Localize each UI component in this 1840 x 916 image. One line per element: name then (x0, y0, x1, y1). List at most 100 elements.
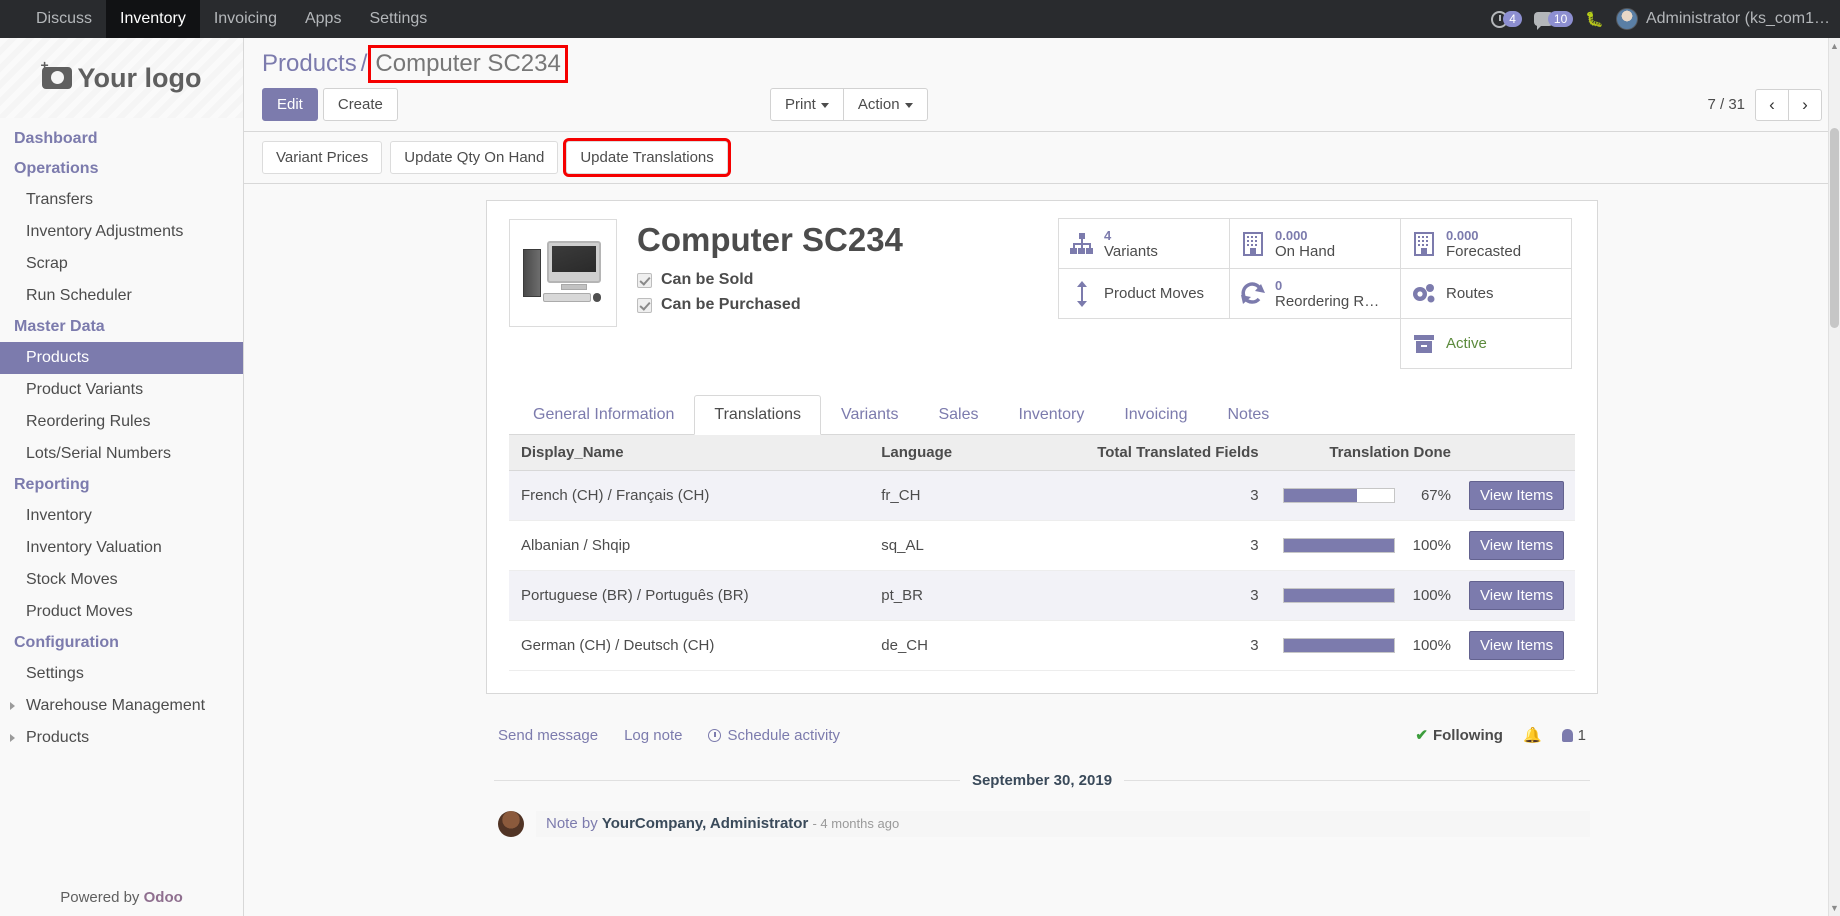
nav-app-invoicing[interactable]: Invoicing (200, 0, 291, 38)
table-row[interactable]: Portuguese (BR) / Português (BR) pt_BR 3… (509, 570, 1575, 621)
sidebar-item-products-config[interactable]: Products (0, 722, 243, 754)
sidebar-item-warehouse-management[interactable]: Warehouse Management (0, 690, 243, 722)
cell-progress (1270, 620, 1401, 671)
form-scroll-area[interactable]: Computer SC234 Can be Sold Can be Purcha… (244, 184, 1840, 916)
chevron-down-icon (904, 102, 913, 108)
stat-button-on-hand[interactable]: 0.000 On Hand (1229, 218, 1401, 269)
log-note-button[interactable]: Log note (624, 727, 682, 744)
action-dropdown-button[interactable]: Action (842, 88, 928, 121)
pager-buttons: ‹ › (1755, 88, 1822, 121)
following-toggle[interactable]: ✔ Following (1415, 726, 1503, 745)
table-row[interactable]: French (CH) / Français (CH) fr_CH 3 67% … (509, 470, 1575, 521)
stat-button-placeholder (1229, 318, 1401, 369)
view-items-button[interactable]: View Items (1469, 631, 1565, 660)
followers-button[interactable]: 1 (1561, 727, 1586, 744)
cell-progress (1270, 470, 1401, 521)
table-row[interactable]: German (CH) / Deutsch (CH) de_CH 3 100% … (509, 620, 1575, 671)
sidebar-item-settings[interactable]: Settings (0, 658, 243, 690)
message-author[interactable]: YourCompany, Administrator (602, 815, 808, 832)
message-author-prefix: Note by (546, 815, 598, 832)
nav-app-discuss[interactable]: Discuss (22, 0, 106, 38)
avatar (498, 811, 524, 837)
view-items-button[interactable]: View Items (1469, 481, 1565, 510)
cell-display-name: Albanian / Shqip (509, 520, 870, 571)
column-header-language[interactable]: Language (869, 435, 1006, 471)
edit-button[interactable]: Edit (262, 88, 318, 121)
table-row[interactable]: Albanian / Shqip sq_AL 3 100% View Items (509, 520, 1575, 571)
tab-variants[interactable]: Variants (821, 395, 919, 435)
messages-menu[interactable]: 10 (1533, 11, 1574, 30)
print-dropdown-button[interactable]: Print (770, 88, 844, 121)
tab-inventory[interactable]: Inventory (999, 395, 1105, 435)
sidebar-item-inventory-adjustments[interactable]: Inventory Adjustments (0, 216, 243, 248)
sidebar-header-dashboard[interactable]: Dashboard (0, 124, 243, 154)
sidebar-item-product-variants[interactable]: Product Variants (0, 374, 243, 406)
odoo-brand-link[interactable]: Odoo (144, 889, 183, 906)
update-translations-button[interactable]: Update Translations (563, 138, 731, 177)
sidebar-item-inventory[interactable]: Inventory (0, 500, 243, 532)
hierarchy-icon (1069, 231, 1095, 257)
column-header-translation-done[interactable]: Translation Done (1270, 435, 1463, 471)
tab-general-information[interactable]: General Information (513, 395, 694, 435)
pager-previous-button[interactable]: ‹ (1755, 88, 1789, 121)
bell-icon[interactable]: 🔔 (1523, 726, 1542, 744)
breadcrumb-products-link[interactable]: Products (262, 50, 357, 78)
message-timestamp: - 4 months ago (812, 816, 900, 831)
view-items-button[interactable]: View Items (1469, 531, 1565, 560)
scroll-up-arrow[interactable]: ▲ (1830, 40, 1839, 52)
cell-action: View Items (1463, 470, 1575, 521)
nav-app-inventory[interactable]: Inventory (106, 0, 200, 38)
schedule-activity-button[interactable]: Schedule activity (708, 727, 840, 744)
sidebar-item-run-scheduler[interactable]: Run Scheduler (0, 280, 243, 312)
bug-icon[interactable]: 🐛 (1585, 12, 1604, 27)
activity-menu[interactable]: 4 (1491, 10, 1522, 28)
send-message-button[interactable]: Send message (498, 727, 598, 744)
sidebar-item-inventory-valuation[interactable]: Inventory Valuation (0, 532, 243, 564)
progress-bar (1282, 488, 1395, 503)
nav-app-settings[interactable]: Settings (355, 0, 441, 38)
sidebar-item-transfers[interactable]: Transfers (0, 184, 243, 216)
sidebar-item-lots-serial-numbers[interactable]: Lots/Serial Numbers (0, 438, 243, 470)
stat-button-placeholder (1058, 318, 1230, 369)
stat-button-grid: 4 Variants 0.000 On Hand 0.000 Forecaste… (1058, 218, 1575, 369)
can-be-sold-checkbox[interactable] (637, 272, 652, 288)
stat-button-active[interactable]: Active (1400, 318, 1572, 369)
update-qty-on-hand-button[interactable]: Update Qty On Hand (390, 141, 559, 174)
tab-sales[interactable]: Sales (918, 395, 998, 435)
tab-notes[interactable]: Notes (1207, 395, 1289, 435)
view-items-button[interactable]: View Items (1469, 581, 1565, 610)
scrollbar-thumb[interactable] (1830, 128, 1839, 328)
nav-app-apps[interactable]: Apps (291, 0, 355, 38)
stat-button-routes[interactable]: Routes (1400, 268, 1572, 319)
variant-prices-button[interactable]: Variant Prices (262, 141, 383, 174)
can-be-sold-row[interactable]: Can be Sold (637, 271, 1059, 289)
cell-total-fields: 3 (1005, 620, 1271, 671)
sidebar-item-product-moves[interactable]: Product Moves (0, 596, 243, 628)
chatter-message: Note by YourCompany, Administrator - 4 m… (494, 811, 1590, 837)
pager-next-button[interactable]: › (1788, 88, 1822, 121)
chevron-down-icon (820, 102, 829, 108)
can-be-purchased-row[interactable]: Can be Purchased (637, 296, 1059, 314)
column-header-display-name[interactable]: Display_Name (509, 435, 870, 471)
column-header-total-translated-fields[interactable]: Total Translated Fields (1005, 435, 1271, 471)
stat-button-variants[interactable]: 4 Variants (1058, 218, 1230, 269)
user-menu[interactable]: Administrator (ks_com1… (1615, 8, 1830, 30)
product-image[interactable] (509, 219, 617, 327)
tab-translations[interactable]: Translations (694, 395, 821, 435)
sidebar-footer: Powered by Odoo (0, 881, 243, 916)
sidebar-item-scrap[interactable]: Scrap (0, 248, 243, 280)
sidebar-item-stock-moves[interactable]: Stock Moves (0, 564, 243, 596)
stat-button-reordering-rules[interactable]: 0 Reordering R… (1229, 268, 1401, 319)
can-be-purchased-checkbox[interactable] (637, 297, 652, 313)
form-notebook-tabs: General Information Translations Variant… (509, 395, 1575, 435)
tab-invoicing[interactable]: Invoicing (1104, 395, 1207, 435)
stat-button-product-moves[interactable]: Product Moves (1058, 268, 1230, 319)
stat-button-forecasted[interactable]: 0.000 Forecasted (1400, 218, 1572, 269)
sidebar-item-reordering-rules[interactable]: Reordering Rules (0, 406, 243, 438)
record-pager: 7 / 31 ‹ › (1707, 88, 1822, 121)
vertical-scrollbar[interactable]: ▲ ▼ (1828, 38, 1840, 916)
chevron-right-icon (10, 734, 15, 742)
scroll-down-arrow[interactable]: ▼ (1830, 902, 1839, 914)
create-button[interactable]: Create (322, 88, 398, 121)
sidebar-item-products[interactable]: Products (0, 342, 243, 374)
